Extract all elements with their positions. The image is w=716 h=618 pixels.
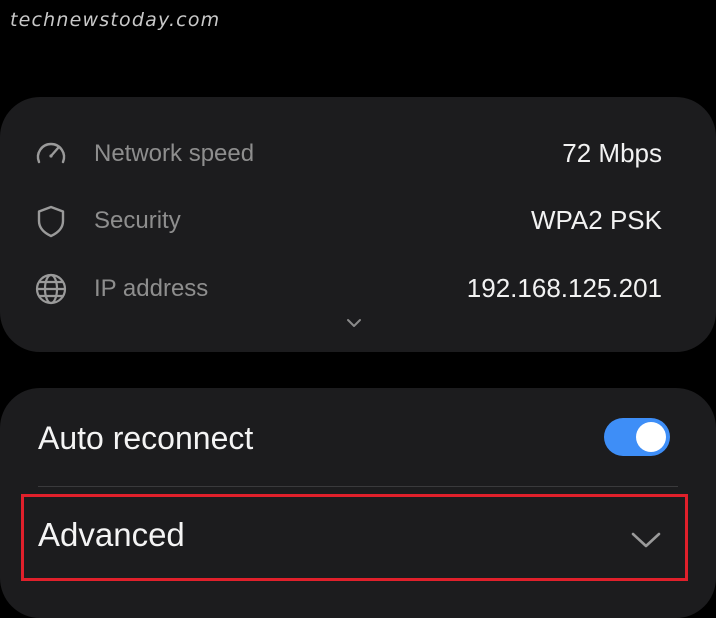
watermark: technewstoday.com [10,9,221,31]
network-speed-row: Network speed 72 Mbps [0,124,716,184]
security-row: Security WPA2 PSK [0,191,716,251]
advanced-row[interactable]: Advanced [0,494,716,584]
auto-reconnect-toggle[interactable] [604,418,670,456]
chevron-down-icon[interactable] [630,530,662,550]
shield-icon [33,203,69,239]
speedometer-icon [33,136,69,172]
ip-address-label: IP address [94,275,209,302]
auto-reconnect-row[interactable]: Auto reconnect [0,402,716,474]
network-speed-label: Network speed [94,140,255,167]
network-speed-value: 72 Mbps [562,138,662,168]
ip-address-value: 192.168.125.201 [466,273,662,303]
security-value: WPA2 PSK [530,205,662,235]
security-label: Security [94,207,181,234]
chevron-down-icon[interactable] [343,316,365,330]
advanced-label: Advanced [38,516,185,553]
toggle-knob [636,422,666,452]
globe-icon [33,271,69,307]
ip-address-row: IP address 192.168.125.201 [0,259,716,319]
divider [38,486,678,487]
auto-reconnect-label: Auto reconnect [38,420,254,456]
